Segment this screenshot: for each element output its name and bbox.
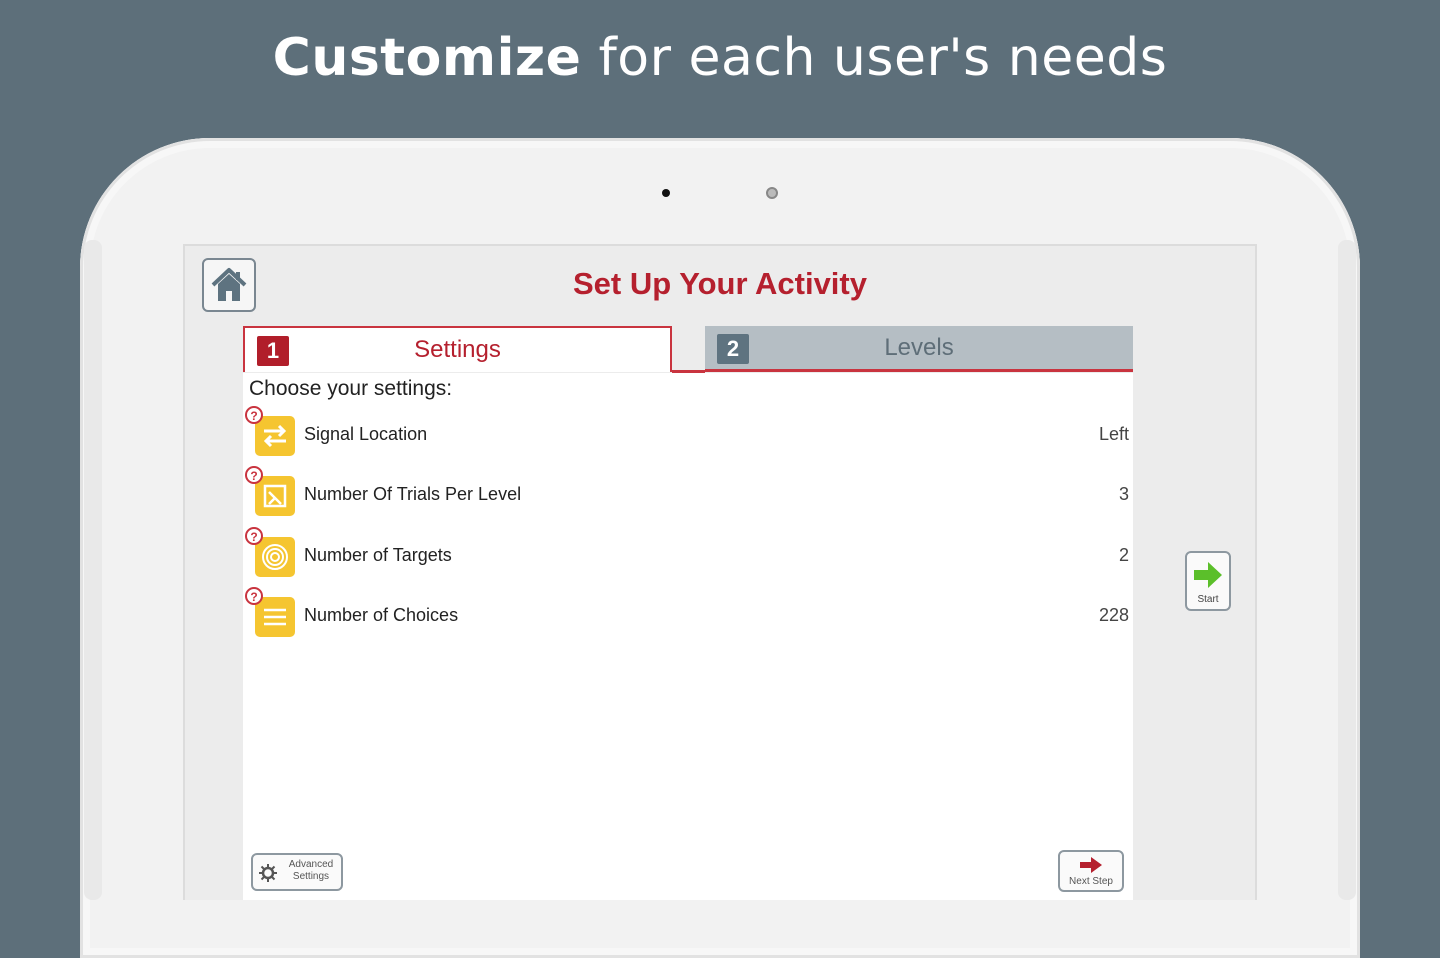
- help-icon[interactable]: ?: [245, 406, 263, 424]
- setting-value[interactable]: 2: [1119, 545, 1129, 566]
- target-icon: [255, 537, 295, 577]
- setting-row-targets[interactable]: ? Number of Targets 2: [243, 527, 1133, 581]
- setting-row-trials-per-level[interactable]: ? Number Of Trials Per Level 3: [243, 466, 1133, 520]
- advanced-settings-label: Advanced Settings: [288, 859, 334, 882]
- setting-label: Number of Targets: [304, 545, 452, 565]
- setting-label: Signal Location: [304, 424, 428, 444]
- tablet-side-right: [1338, 240, 1356, 900]
- arrow-right-icon: [1194, 562, 1222, 588]
- setting-icon-wrap: ?: [245, 466, 295, 516]
- help-icon[interactable]: ?: [245, 527, 263, 545]
- tab-settings-label: Settings: [414, 336, 501, 363]
- tab-settings-number: 1: [257, 336, 289, 366]
- tablet-sensor: [662, 189, 670, 197]
- tablet-side-left: [84, 240, 102, 900]
- setting-value[interactable]: 228: [1099, 605, 1129, 626]
- list-lines-icon: [255, 597, 295, 637]
- next-step-label: Next Step: [1069, 876, 1113, 887]
- start-label: Start: [1197, 594, 1219, 605]
- settings-panel: Choose your settings: ? Signal Location …: [243, 373, 1133, 900]
- tab-levels[interactable]: 2 Levels: [705, 326, 1133, 372]
- choose-settings-label: Choose your settings:: [249, 377, 453, 400]
- setting-label: Number of Choices: [304, 605, 459, 625]
- tablet-camera: [766, 187, 778, 199]
- page-title: Set Up Your Activity: [573, 266, 867, 301]
- tab-levels-label: Levels: [884, 333, 954, 361]
- headline-bold: Customize: [272, 28, 582, 88]
- page-headline: Customize for each user's needs: [0, 28, 1440, 88]
- setting-icon-wrap: ?: [245, 587, 295, 637]
- swap-arrows-icon: [255, 416, 295, 456]
- setting-icon-wrap: ?: [245, 406, 295, 456]
- gear-icon: [259, 864, 277, 882]
- setting-icon-wrap: ?: [245, 527, 295, 577]
- advanced-settings-button[interactable]: Advanced Settings: [251, 853, 343, 891]
- help-icon[interactable]: ?: [245, 466, 263, 484]
- setting-value[interactable]: Left: [1099, 424, 1129, 445]
- tab-levels-number: 2: [717, 334, 749, 364]
- help-icon[interactable]: ?: [245, 587, 263, 605]
- headline-rest: for each user's needs: [581, 28, 1168, 88]
- start-button[interactable]: Start: [1185, 551, 1231, 611]
- setting-label: Number Of Trials Per Level: [304, 484, 522, 504]
- setting-row-signal-location[interactable]: ? Signal Location Left: [243, 406, 1133, 460]
- trials-icon: [255, 476, 295, 516]
- setting-value[interactable]: 3: [1119, 484, 1129, 505]
- arrow-right-icon: [1080, 857, 1102, 873]
- setting-row-choices[interactable]: ? Number of Choices 228: [243, 587, 1133, 641]
- next-step-button[interactable]: Next Step: [1058, 850, 1124, 892]
- tab-settings[interactable]: 1 Settings: [243, 326, 672, 372]
